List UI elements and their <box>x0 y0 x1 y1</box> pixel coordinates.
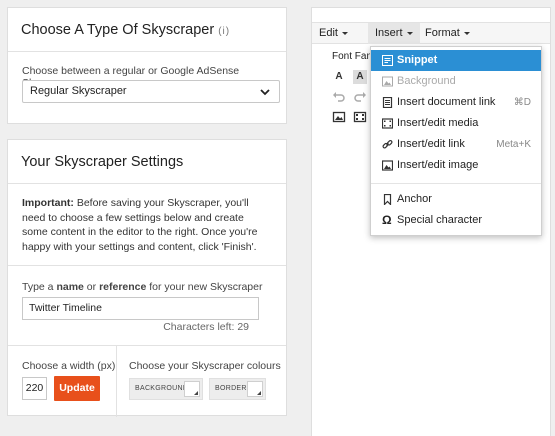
menu-insert[interactable]: Insert <box>368 23 420 44</box>
bookmark-icon <box>383 194 392 205</box>
important-label: Important: <box>22 197 74 209</box>
name-label-text: Type a <box>22 281 57 293</box>
skyscraper-type-select[interactable]: Regular Skyscraper <box>22 80 280 103</box>
info-icon[interactable]: (i) <box>218 26 230 37</box>
colours-label: Choose your Skyscraper colours <box>129 360 281 372</box>
menu-item-label: Anchor <box>397 193 432 205</box>
border-colour-picker[interactable]: BORDER <box>209 378 266 400</box>
menu-item-label: Background <box>397 75 456 87</box>
redo-icon[interactable] <box>353 90 367 104</box>
menu-item-shortcut: Meta+K <box>496 139 531 150</box>
menu-item-label: Special character <box>397 214 482 226</box>
text-color-button[interactable]: A <box>332 70 346 84</box>
border-label: BORDER <box>215 385 247 392</box>
divider <box>8 345 286 346</box>
background-colour-picker[interactable]: BACKGROUND <box>129 378 203 400</box>
width-input[interactable]: 220 <box>22 377 47 400</box>
divider-vertical <box>116 345 117 417</box>
image-icon <box>382 160 393 171</box>
menu-insert-label: Insert <box>375 27 403 39</box>
menu-item-insert-edit-link[interactable]: Insert/edit link Meta+K <box>371 134 541 155</box>
skyscraper-settings-panel: Your Skyscraper Settings Important: Befo… <box>7 139 287 417</box>
menu-format[interactable]: Format <box>418 23 477 44</box>
name-label-text: for your new Skyscraper <box>146 281 263 293</box>
omega-icon: Ω <box>382 213 392 227</box>
name-label-text: or <box>83 281 100 293</box>
menu-item-label: Insert/edit link <box>397 138 465 150</box>
menu-divider <box>371 183 541 184</box>
media-icon[interactable] <box>353 110 367 124</box>
type-panel-title: Choose A Type Of Skyscraper <box>21 22 215 38</box>
menu-item-label: Insert document link <box>397 96 496 108</box>
menu-format-label: Format <box>425 27 460 39</box>
menu-item-background[interactable]: Background <box>371 71 541 92</box>
important-note: Important: Before saving your Skyscraper… <box>8 184 286 254</box>
link-icon <box>382 139 393 149</box>
name-label-bold: name <box>56 281 84 293</box>
menu-item-label: Insert/edit media <box>397 117 479 129</box>
menu-item-insert-document-link[interactable]: Insert document link ⌘D <box>371 92 541 113</box>
width-label: Choose a width (px) <box>22 360 116 372</box>
background-swatch[interactable] <box>184 381 200 397</box>
undo-icon[interactable] <box>332 90 346 104</box>
reference-label-bold: reference <box>99 281 147 293</box>
menu-item-special-character[interactable]: Ω Special character <box>371 210 541 231</box>
menu-item-anchor[interactable]: Anchor <box>371 189 541 210</box>
media-icon <box>382 118 393 129</box>
panel-title: Choose A Type Of Skyscraper (i) <box>8 8 286 52</box>
menu-item-snippet[interactable]: Snippet <box>371 50 541 71</box>
menu-item-insert-edit-image[interactable]: Insert/edit image <box>371 155 541 176</box>
image-icon[interactable] <box>332 110 346 124</box>
document-icon <box>382 97 393 108</box>
name-label: Type a name or reference for your new Sk… <box>22 281 262 293</box>
chevron-down-icon <box>260 89 270 96</box>
skyscraper-name-input[interactable]: Twitter Timeline <box>22 297 259 320</box>
editor-menubar: Edit Insert Format <box>312 22 550 44</box>
menu-edit-label: Edit <box>319 27 338 39</box>
select-value: Regular Skyscraper <box>30 85 127 97</box>
settings-panel-title: Your Skyscraper Settings <box>21 154 184 170</box>
skyscraper-type-panel: Choose A Type Of Skyscraper (i) Choose b… <box>7 7 287 124</box>
menu-item-shortcut: ⌘D <box>513 97 531 108</box>
menu-item-label: Snippet <box>397 54 438 66</box>
caret-down-icon <box>341 31 348 35</box>
image-icon <box>382 76 393 87</box>
caret-down-icon <box>406 31 413 35</box>
border-swatch[interactable] <box>247 381 263 397</box>
update-button[interactable]: Update <box>54 376 100 401</box>
font-family-select[interactable]: Font Fam <box>332 51 375 62</box>
menu-item-insert-edit-media[interactable]: Insert/edit media <box>371 113 541 134</box>
characters-left: Characters left: 29 <box>163 321 249 333</box>
highlight-color-button[interactable]: A <box>353 70 367 84</box>
divider <box>8 265 286 266</box>
background-label: BACKGROUND <box>135 385 189 392</box>
menu-edit[interactable]: Edit <box>312 23 355 44</box>
caret-down-icon <box>463 31 470 35</box>
snippet-icon <box>382 55 393 66</box>
menu-item-label: Insert/edit image <box>397 159 479 171</box>
insert-menu-dropdown: Snippet Background Insert document link … <box>370 46 542 236</box>
panel-title: Your Skyscraper Settings <box>8 140 286 184</box>
